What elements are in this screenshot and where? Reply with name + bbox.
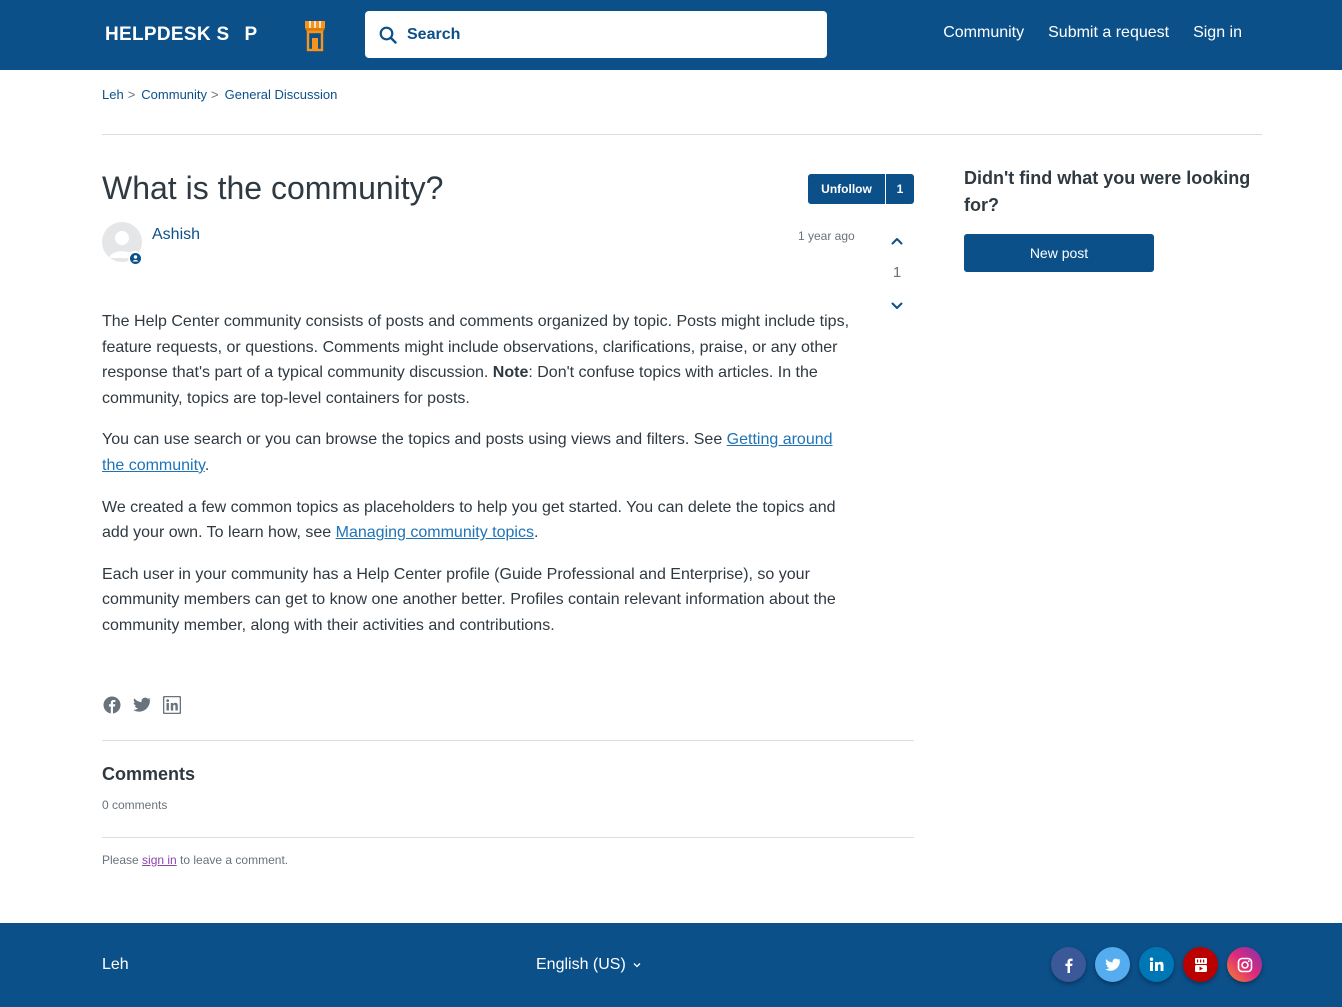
downvote-button[interactable] bbox=[887, 297, 907, 315]
vote-count: 1 bbox=[892, 264, 902, 281]
divider bbox=[102, 134, 1262, 135]
post-paragraph: You can use search or you can browse the… bbox=[102, 431, 833, 474]
note-label: Note bbox=[492, 364, 529, 382]
footer-brand-link[interactable]: Leh bbox=[102, 956, 129, 974]
new-post-button[interactable]: New post bbox=[964, 234, 1154, 272]
unfollow-button[interactable]: Unfollow 1 bbox=[808, 174, 914, 204]
logo[interactable]: HELPDESK SOP bbox=[105, 17, 325, 53]
twitter-icon[interactable] bbox=[1095, 947, 1130, 982]
managing-topics-link[interactable]: Managing community topics bbox=[336, 524, 534, 541]
comments-count: 0 comments bbox=[102, 798, 168, 812]
linkedin-icon[interactable] bbox=[1139, 947, 1174, 982]
breadcrumb-item-general-discussion[interactable]: General Discussion bbox=[225, 87, 338, 102]
sidebar-title: Didn't find what you were looking for? bbox=[964, 168, 1251, 215]
share-links bbox=[102, 695, 181, 714]
logo-text: HELPDESK SOP bbox=[105, 24, 258, 45]
sign-in-link[interactable]: sign in bbox=[142, 853, 177, 867]
facebook-icon[interactable] bbox=[1051, 947, 1086, 982]
post-timestamp: 1 year ago bbox=[798, 229, 855, 243]
comments-heading: Comments bbox=[102, 764, 196, 784]
divider bbox=[102, 740, 914, 741]
shop-awning-icon bbox=[305, 21, 325, 52]
breadcrumb: Leh > Community > General Discussion bbox=[102, 87, 337, 102]
nav-community[interactable]: Community bbox=[943, 24, 1024, 42]
search-icon bbox=[379, 26, 397, 44]
top-nav: Community Submit a request Sign in bbox=[943, 24, 1242, 42]
linkedin-icon[interactable] bbox=[162, 695, 181, 714]
chevron-down-icon bbox=[633, 962, 641, 968]
search-input[interactable] bbox=[407, 25, 807, 44]
upvote-button[interactable] bbox=[887, 232, 907, 250]
sign-in-note: Please sign in to leave a comment. bbox=[102, 853, 289, 867]
nav-submit-request[interactable]: Submit a request bbox=[1048, 24, 1169, 42]
user-badge-icon bbox=[128, 251, 142, 265]
breadcrumb-item-community[interactable]: Community bbox=[141, 87, 207, 102]
instagram-icon[interactable] bbox=[1227, 947, 1262, 982]
footer-social-links bbox=[1051, 947, 1262, 982]
breadcrumb-item-home[interactable]: Leh bbox=[102, 87, 124, 102]
language-label: English (US) bbox=[536, 956, 626, 973]
chevron-down-icon bbox=[891, 302, 903, 309]
breadcrumb-separator: > bbox=[211, 87, 219, 102]
twitter-icon[interactable] bbox=[132, 695, 151, 714]
footer: Leh English (US) bbox=[0, 923, 1342, 1007]
nav-sign-in[interactable]: Sign in bbox=[1193, 24, 1242, 42]
post-title: What is the community? bbox=[102, 170, 444, 206]
follower-count: 1 bbox=[896, 182, 904, 196]
post-body: The Help Center community consists of po… bbox=[102, 309, 854, 655]
youtube-icon[interactable] bbox=[1183, 947, 1218, 982]
post-paragraph: The Help Center community consists of po… bbox=[102, 313, 850, 407]
header: HELPDESK SOP Community Submit a request … bbox=[0, 0, 1342, 70]
author-name[interactable]: Ashish bbox=[152, 226, 200, 244]
facebook-icon[interactable] bbox=[102, 695, 121, 714]
post-paragraph: Each user in your community has a Help C… bbox=[102, 565, 836, 634]
search-box[interactable] bbox=[365, 11, 827, 58]
post-paragraph: We created a few common topics as placeh… bbox=[102, 498, 836, 542]
unfollow-label: Unfollow bbox=[808, 174, 886, 204]
chevron-up-icon bbox=[891, 238, 903, 245]
breadcrumb-separator: > bbox=[127, 87, 136, 102]
divider bbox=[102, 837, 914, 838]
language-selector[interactable]: English (US) bbox=[536, 956, 641, 974]
